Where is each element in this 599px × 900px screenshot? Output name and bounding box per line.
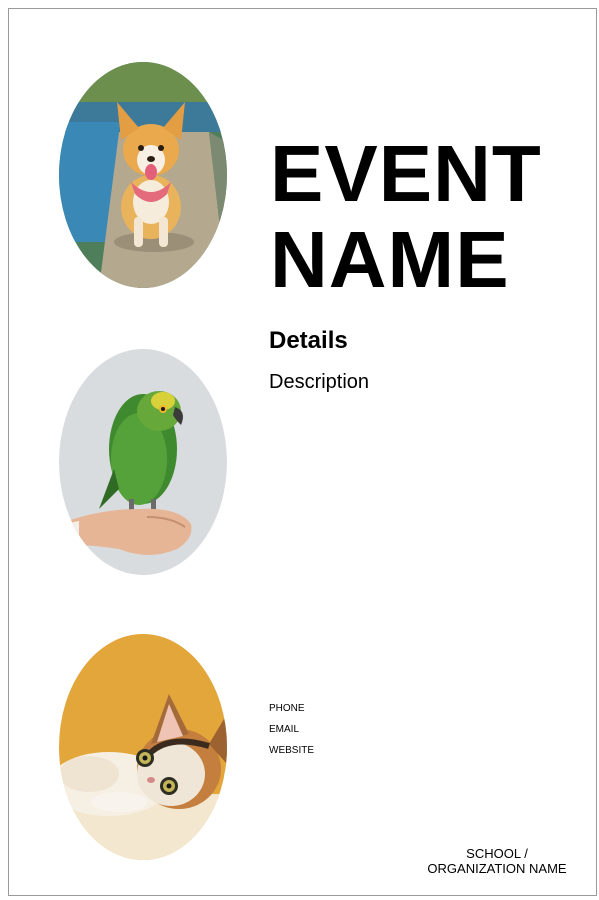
contact-info: PHONE EMAIL WEBSITE — [269, 698, 314, 761]
flyer-page: EVENT NAME Details Description PHONE EMA… — [8, 8, 597, 896]
event-title-line2: NAME — [270, 215, 510, 304]
organization-line2: ORGANIZATION NAME — [427, 861, 567, 876]
kitten-photo — [59, 634, 227, 860]
event-title: EVENT NAME — [270, 131, 542, 303]
organization-line1: SCHOOL / — [466, 846, 528, 861]
green-parrot-photo — [59, 349, 227, 575]
event-title-line1: EVENT — [270, 129, 542, 218]
website-label: WEBSITE — [269, 745, 315, 756]
details-heading: Details — [269, 327, 348, 354]
email-label: EMAIL — [269, 724, 300, 735]
organization-name: SCHOOL / ORGANIZATION NAME — [414, 846, 580, 876]
event-description: Description — [269, 371, 370, 393]
phone-label: PHONE — [269, 703, 305, 714]
corgi-dog-photo — [59, 62, 227, 288]
